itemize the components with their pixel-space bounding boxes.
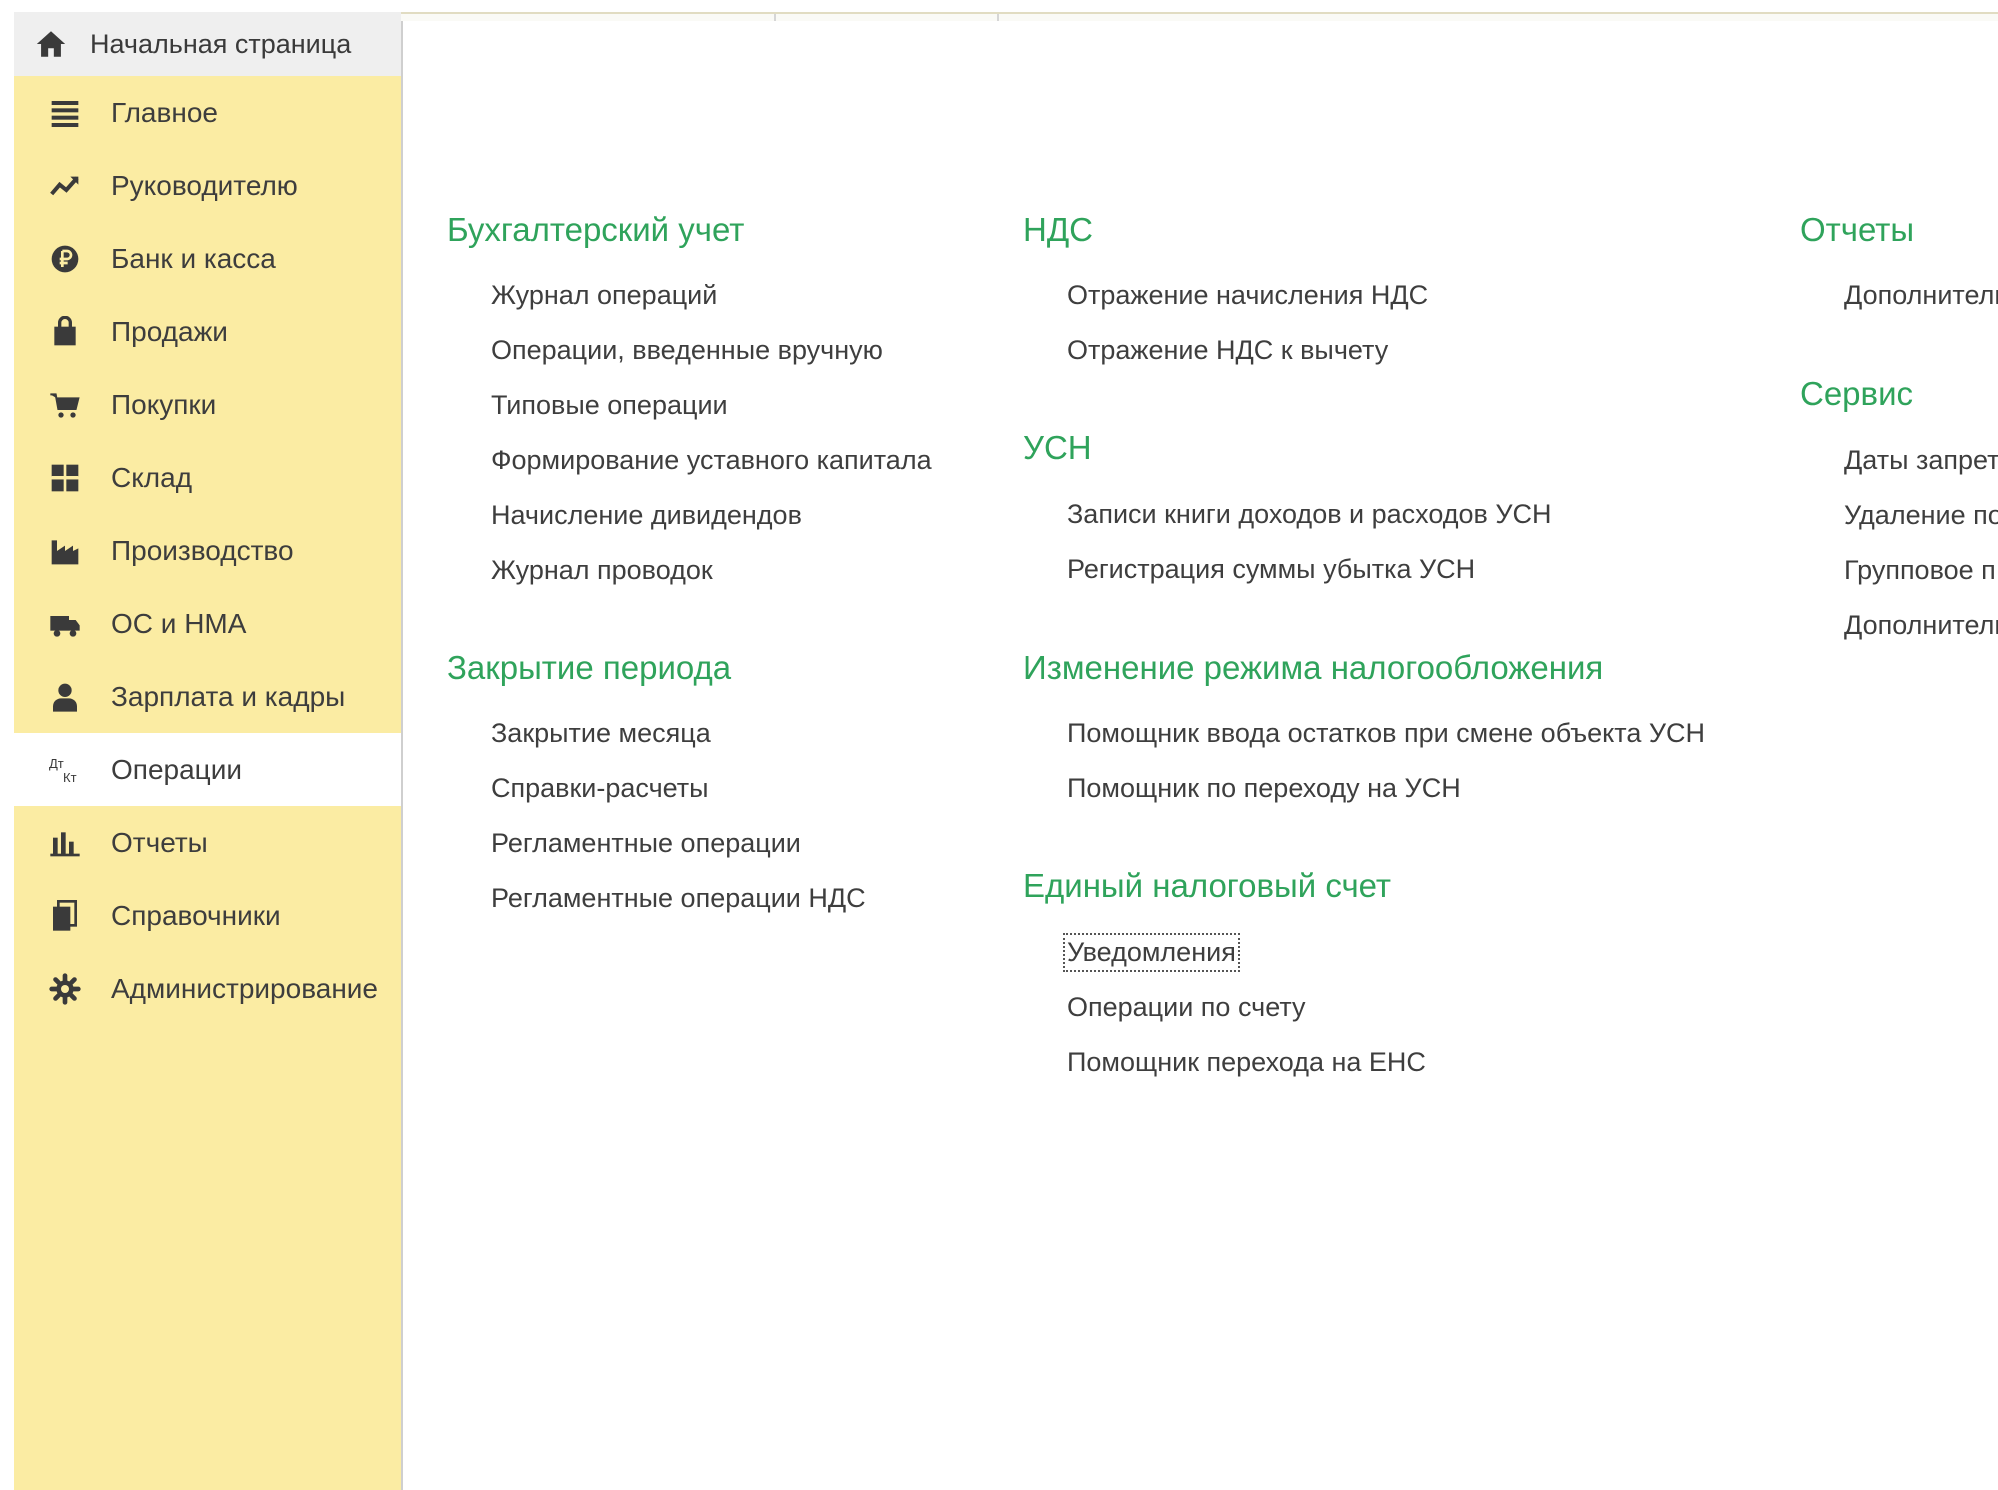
link-postings-journal[interactable]: Журнал проводок	[491, 555, 713, 586]
sidebar-item-production[interactable]: Производство	[14, 514, 401, 587]
sidebar-item-label: ОС и НМА	[111, 607, 247, 639]
link-additional-reports[interactable]: Дополнительн	[1844, 280, 1998, 311]
sidebar-item-bank[interactable]: Банк и касса	[14, 222, 401, 295]
section-title-usn: УСН	[1023, 429, 1092, 466]
sidebar-item-label: Руководителю	[111, 169, 298, 201]
link-ens-transition-assistant[interactable]: Помощник перехода на ЕНС	[1067, 1047, 1426, 1078]
link-authorized-capital[interactable]: Формирование уставного капитала	[491, 445, 932, 476]
factory-icon	[49, 535, 81, 567]
sidebar-item-label: Склад	[111, 461, 193, 493]
ruble-coin-icon	[49, 243, 81, 275]
link-notifications[interactable]: Уведомления	[1063, 933, 1240, 972]
sidebar-item-label: Производство	[111, 534, 294, 566]
section-title-vat: НДС	[1023, 211, 1094, 248]
dt-kt-icon: Дт Кт	[49, 754, 81, 786]
sidebar-item-label: Зарплата и кадры	[111, 680, 346, 712]
section-title-service: Сервис	[1800, 375, 1914, 412]
sidebar-item-references[interactable]: Справочники	[14, 879, 401, 952]
link-account-operations[interactable]: Операции по счету	[1067, 992, 1306, 1023]
sidebar-item-label: Продажи	[111, 315, 228, 347]
trend-chart-icon	[49, 170, 81, 202]
sidebar-item-sales[interactable]: Продажи	[14, 295, 401, 368]
link-manual-operations[interactable]: Операции, введенные вручную	[491, 335, 883, 366]
home-page-button[interactable]: Начальная страница	[14, 12, 401, 76]
sidebar-item-salary[interactable]: Зарплата и кадры	[14, 660, 401, 733]
dt-kt-icon-top: Дт	[49, 755, 64, 771]
sidebar-item-purchases[interactable]: Покупки	[14, 368, 401, 441]
operations-panel: Бухгалтерский учет Журнал операций Опера…	[401, 21, 1998, 1490]
sidebar-item-administration[interactable]: Администрирование	[14, 952, 401, 1025]
section-title-accounting: Бухгалтерский учет	[447, 211, 745, 248]
sidebar-item-reports[interactable]: Отчеты	[14, 806, 401, 879]
home-icon	[34, 27, 68, 61]
link-typical-operations[interactable]: Типовые операции	[491, 390, 728, 421]
bar-chart-icon	[49, 827, 81, 859]
sidebar-item-label: Администрирование	[111, 972, 378, 1004]
warehouse-icon	[49, 462, 81, 494]
link-usn-balance-assistant[interactable]: Помощник ввода остатков при смене объект…	[1067, 718, 1705, 749]
section-title-tax-mode-change: Изменение режима налогообложения	[1023, 649, 1604, 686]
dt-kt-icon-bottom: Кт	[63, 769, 77, 785]
link-calculation-notes[interactable]: Справки-расчеты	[491, 773, 709, 804]
link-usn-transition-assistant[interactable]: Помощник по переходу на УСН	[1067, 773, 1461, 804]
sidebar-item-fixed-assets[interactable]: ОС и НМА	[14, 587, 401, 660]
link-month-closing[interactable]: Закрытие месяца	[491, 718, 711, 749]
link-vat-deduction[interactable]: Отражение НДС к вычету	[1067, 335, 1388, 366]
link-regulatory-operations[interactable]: Регламентные операции	[491, 828, 801, 859]
link-regulatory-vat-operations[interactable]: Регламентные операции НДС	[491, 883, 866, 914]
sidebar: Начальная страница Главное Руководителю …	[14, 12, 403, 1490]
sidebar-item-main[interactable]: Главное	[14, 76, 401, 149]
cart-icon	[49, 389, 81, 421]
link-group-processing[interactable]: Групповое п	[1844, 555, 1996, 586]
link-closing-dates[interactable]: Даты запрет	[1844, 445, 1998, 476]
link-usn-loss-registration[interactable]: Регистрация суммы убытка УСН	[1067, 554, 1475, 585]
home-page-label: Начальная страница	[90, 28, 352, 59]
books-icon	[49, 899, 81, 932]
truck-icon	[49, 608, 81, 640]
sidebar-item-label: Справочники	[111, 899, 281, 931]
link-additional-service[interactable]: Дополнительн	[1844, 610, 1998, 641]
section-title-reports: Отчеты	[1800, 211, 1915, 248]
sidebar-item-director[interactable]: Руководителю	[14, 149, 401, 222]
shopping-bag-icon	[49, 315, 81, 348]
sidebar-item-label: Отчеты	[111, 826, 208, 858]
link-dividends[interactable]: Начисление дивидендов	[491, 500, 802, 531]
sidebar-item-warehouse[interactable]: Склад	[14, 441, 401, 514]
section-title-period-closing: Закрытие периода	[447, 649, 732, 686]
sidebar-item-label: Главное	[111, 96, 218, 128]
link-vat-accrual[interactable]: Отражение начисления НДС	[1067, 280, 1428, 311]
sidebar-item-label: Покупки	[111, 388, 217, 420]
link-deletion[interactable]: Удаление по	[1844, 500, 1998, 531]
link-operations-journal[interactable]: Журнал операций	[491, 280, 717, 311]
sidebar-item-label: Операции	[111, 753, 242, 785]
sidebar-item-label: Банк и касса	[111, 242, 276, 274]
gear-icon	[49, 972, 81, 1005]
person-icon	[49, 681, 81, 713]
menu-lines-icon	[49, 97, 81, 129]
sidebar-item-operations[interactable]: Дт Кт Операции	[14, 733, 401, 806]
section-title-ens: Единый налоговый счет	[1023, 867, 1392, 904]
link-usn-book-entries[interactable]: Записи книги доходов и расходов УСН	[1067, 499, 1552, 530]
